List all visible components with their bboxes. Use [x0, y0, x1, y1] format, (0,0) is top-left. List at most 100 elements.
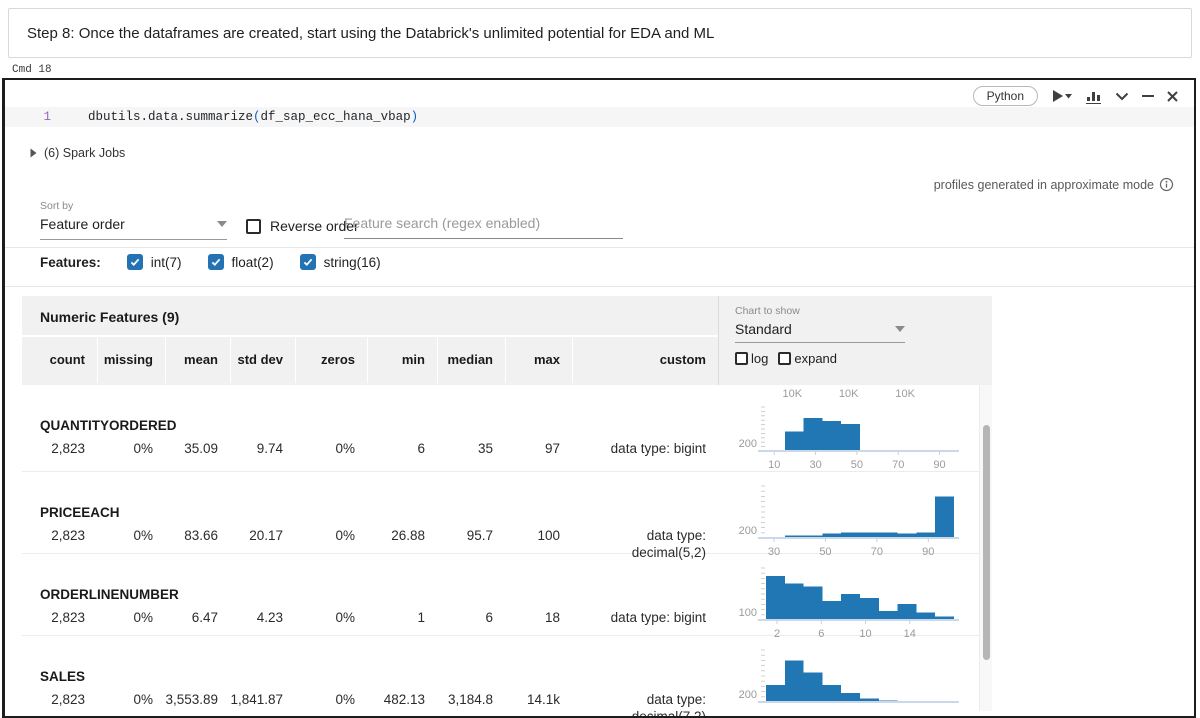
numeric-features-table: Numeric Features (9) countmissingmeanstd… — [22, 296, 992, 711]
code-line[interactable]: 1 dbutils.data.summarize(df_sap_ecc_hana… — [5, 107, 1194, 127]
markdown-text: Step 8: Once the dataframes are created,… — [9, 25, 714, 42]
svg-text:50: 50 — [851, 459, 863, 471]
log-label: log — [751, 351, 768, 366]
chart-type-select[interactable]: Standard — [735, 321, 905, 343]
divider — [5, 286, 1194, 287]
feature-type-filter[interactable]: string(16) — [300, 254, 381, 270]
feature-name: SALES — [40, 669, 85, 684]
profiles-note: profiles generated in approximate mode — [934, 177, 1174, 192]
stat-value: 3,553.89 — [165, 691, 230, 718]
chart-icon[interactable] — [1086, 89, 1102, 104]
stat-value: 2,823 — [22, 609, 97, 626]
caret-down-icon — [895, 326, 905, 332]
sort-by-label: Sort by — [40, 200, 73, 212]
stat-value: 14.1k — [505, 691, 572, 718]
feature-type-filter[interactable]: int(7) — [127, 254, 182, 270]
info-icon[interactable] — [1159, 177, 1174, 192]
chart-to-show-label: Chart to show — [735, 305, 992, 317]
histogram-cell: 200 — [718, 636, 979, 717]
code-text: dbutils.data.summarize(df_sap_ecc_hana_v… — [51, 110, 418, 124]
column-header-count: count — [22, 337, 97, 383]
feature-type-label: string(16) — [324, 255, 381, 270]
stat-value: 1 — [367, 609, 437, 626]
stat-value: 0% — [295, 440, 367, 457]
stat-value: 0% — [97, 440, 165, 457]
close-icon[interactable] — [1167, 91, 1178, 102]
histogram-cell: 10K10K10K2001030507090 — [718, 385, 979, 471]
feature-name: QUANTITYORDERED — [40, 418, 177, 433]
histogram-SALES: 200 — [722, 636, 978, 718]
line-number: 1 — [5, 110, 51, 124]
log-checkbox[interactable] — [735, 352, 748, 365]
feature-type-filter[interactable]: float(2) — [208, 254, 274, 270]
checked-checkbox[interactable] — [127, 254, 143, 270]
column-header-zeros: zeros — [295, 337, 367, 383]
stat-value: 482.13 — [367, 691, 437, 718]
column-header-std-dev: std dev — [230, 337, 295, 383]
column-header-mean: mean — [165, 337, 230, 383]
notebook-cell: Python 1 dbutils.data.summarize(df_sap_e… — [2, 78, 1196, 718]
svg-text:30: 30 — [809, 459, 821, 471]
feature-name: PRICEEACH — [40, 505, 120, 520]
table-scrollbar-thumb[interactable] — [983, 425, 990, 660]
histogram-QUANTITYORDERED: 10K10K10K2001030507090 — [722, 385, 978, 481]
svg-text:100: 100 — [739, 607, 757, 619]
checked-checkbox[interactable] — [300, 254, 316, 270]
stat-value: 2,823 — [22, 691, 97, 718]
stat-value: 0% — [97, 691, 165, 718]
column-header-custom: custom — [572, 337, 718, 383]
stat-value: 35 — [437, 440, 505, 457]
feature-search-input[interactable] — [344, 211, 623, 239]
table-title: Numeric Features (9) — [22, 296, 718, 337]
caret-down-icon — [217, 221, 227, 227]
column-header-max: max — [505, 337, 572, 383]
language-button[interactable]: Python — [973, 86, 1038, 106]
reverse-order-control[interactable]: Reverse order — [246, 218, 359, 234]
expander-triangle-icon — [30, 148, 37, 158]
data-type-value: data type: bigint — [572, 609, 718, 626]
feature-type-label: int(7) — [151, 255, 182, 270]
spark-jobs-label: (6) Spark Jobs — [44, 146, 125, 160]
table-row: ORDERLINENUMBER2,8230%6.474.230%1618data… — [22, 554, 992, 636]
stat-value: 9.74 — [230, 440, 295, 457]
reverse-order-checkbox[interactable] — [246, 219, 261, 234]
histogram-cell: 20030507090 — [718, 472, 979, 553]
column-header-missing: missing — [97, 337, 165, 383]
svg-text:70: 70 — [892, 459, 904, 471]
minimize-icon[interactable] — [1142, 94, 1154, 98]
stat-value: 35.09 — [165, 440, 230, 457]
chart-controls: Chart to show Standard log expand — [718, 296, 992, 385]
log-checkbox-control[interactable]: log — [735, 351, 768, 366]
features-label: Features: — [40, 255, 101, 270]
stat-value: 1,841.87 — [230, 691, 295, 718]
data-type-value: data type:decimal(7,2) — [572, 691, 718, 718]
features-filter: Features: int(7) float(2) string(16) — [40, 254, 381, 270]
column-header-min: min — [367, 337, 437, 383]
table-row: QUANTITYORDERED2,8230%35.099.740%63597da… — [22, 385, 992, 472]
expand-checkbox-control[interactable]: expand — [778, 351, 837, 366]
expand-checkbox[interactable] — [778, 352, 791, 365]
table-scrollbar[interactable] — [979, 385, 992, 711]
histogram-cell: 100261014 — [718, 554, 979, 635]
markdown-cell: Step 8: Once the dataframes are created,… — [8, 8, 1192, 58]
stat-value: 6 — [437, 609, 505, 626]
svg-text:90: 90 — [933, 459, 945, 471]
expand-label: expand — [794, 351, 837, 366]
svg-text:200: 200 — [739, 689, 757, 701]
cmd-label: Cmd 18 — [12, 64, 52, 76]
cell-toolbar: Python — [973, 86, 1178, 106]
data-type-value: data type: bigint — [572, 440, 718, 457]
run-icon[interactable] — [1051, 89, 1073, 103]
stat-value: 18 — [505, 609, 572, 626]
svg-text:10K: 10K — [895, 388, 915, 400]
svg-text:10: 10 — [768, 459, 780, 471]
chevron-down-icon[interactable] — [1115, 92, 1129, 101]
divider — [5, 247, 1194, 248]
spark-jobs-expander[interactable]: (6) Spark Jobs — [30, 146, 125, 160]
checked-checkbox[interactable] — [208, 254, 224, 270]
svg-text:10K: 10K — [839, 388, 859, 400]
stat-value: 6.47 — [165, 609, 230, 626]
svg-text:200: 200 — [739, 525, 757, 537]
stat-value: 0% — [295, 609, 367, 626]
sort-by-select[interactable]: Feature order — [40, 216, 227, 240]
